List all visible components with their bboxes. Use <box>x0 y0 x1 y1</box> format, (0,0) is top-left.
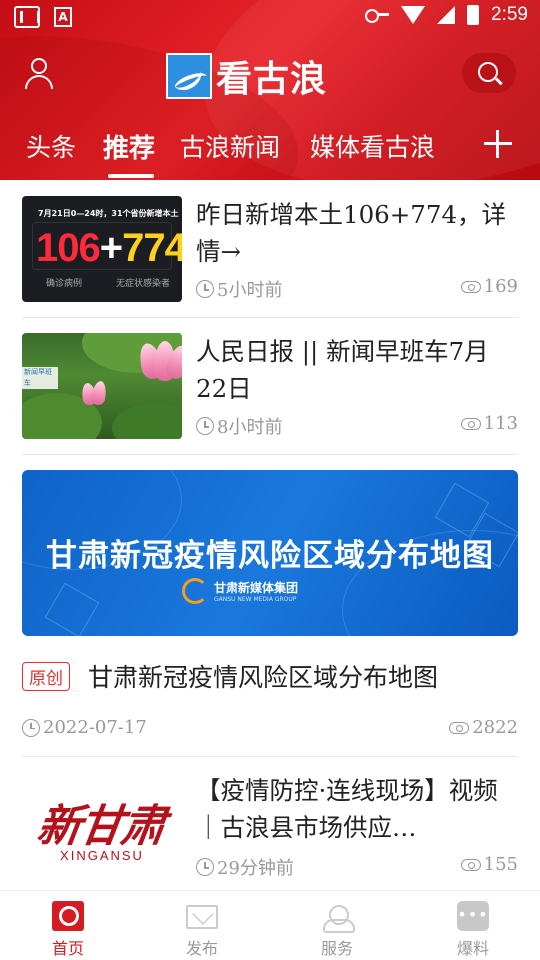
article-title[interactable]: 【疫情防控·连线现场】视频｜古浪县市场供应… <box>196 772 518 846</box>
article-title[interactable]: 人民日报 || 新闻早班车7月22日 <box>196 333 518 407</box>
article-title[interactable]: 昨日新增本土106+774，详情→ <box>196 196 518 270</box>
mail-icon <box>186 905 218 929</box>
wifi-icon <box>401 6 426 24</box>
vpn-key-icon <box>365 9 390 23</box>
nav-service[interactable]: 服务 <box>287 891 387 960</box>
thumb-numbers: 106+774 <box>36 226 182 270</box>
thumb-sub-right: 无症状感染者 <box>116 279 171 289</box>
user-icon <box>31 58 47 74</box>
tab-toutiao[interactable]: 头条 <box>26 128 76 164</box>
eye-icon <box>449 721 470 734</box>
battery-icon <box>467 5 480 25</box>
gansu-media-logo-icon <box>182 578 208 604</box>
home-icon <box>52 901 84 931</box>
tab-media-gulang[interactable]: 媒体看古浪 <box>310 128 435 164</box>
divider <box>22 317 518 318</box>
article-title[interactable]: 甘肃新冠疫情风险区域分布地图 <box>88 658 438 694</box>
channel-tabs: 头条 推荐 古浪新闻 媒体看古浪 <box>0 122 540 180</box>
clock-icon <box>196 280 214 298</box>
app-header: A 2:59 看古浪 头条 推荐 古浪新闻 媒体看古浪 <box>0 0 540 180</box>
eye-icon <box>460 280 481 293</box>
article-thumbnail: 新甘肃 XINGANSU <box>22 772 182 878</box>
eye-icon <box>460 417 481 430</box>
banner-title: 甘肃新冠疫情风险区域分布地图 <box>46 538 494 574</box>
article-views: 155 <box>460 854 518 875</box>
clock-icon <box>196 858 214 876</box>
article-date: 2022-07-17 <box>22 717 147 738</box>
status-bar: A 2:59 <box>0 0 540 36</box>
divider <box>22 756 518 757</box>
article-banner-image[interactable]: 甘肃新冠疫情风险区域分布地图 甘肃新媒体集团 GANSU NEW MEDIA G… <box>22 470 518 636</box>
nav-report[interactable]: 爆料 <box>423 891 523 960</box>
xingansu-logo: 新甘肃 <box>33 801 167 852</box>
user-profile-button[interactable] <box>22 56 56 90</box>
bottom-nav: 首页 发布 服务 爆料 <box>0 890 540 960</box>
clock-icon <box>22 718 40 737</box>
thumb-sub-left: 确诊病例 <box>46 279 83 289</box>
article-views: 169 <box>460 276 518 297</box>
list-item[interactable]: 新甘肃 XINGANSU 【疫情防控·连线现场】视频｜古浪县市场供应… 29分钟… <box>22 772 518 892</box>
article-time: 5小时前 <box>196 276 282 302</box>
logo-text: 看古浪 <box>216 58 328 100</box>
article-time: 29分钟前 <box>196 854 294 880</box>
article-thumbnail: 7月21日0—24时，31个省份新增本土 106+774 确诊病例 无症状感染者 <box>22 196 182 302</box>
nav-publish[interactable]: 发布 <box>152 891 252 960</box>
signal-icon <box>437 6 456 24</box>
notification-a-icon: A <box>54 7 72 27</box>
article-views: 2822 <box>449 717 518 738</box>
notification-app-icon <box>14 6 40 28</box>
list-item[interactable]: 7月21日0—24时，31个省份新增本土 106+774 确诊病例 无症状感染者… <box>22 196 518 316</box>
original-badge: 原创 <box>22 662 70 691</box>
article-time: 8小时前 <box>196 413 282 439</box>
logo-mark-icon <box>166 53 212 99</box>
tab-recommend[interactable]: 推荐 <box>103 128 155 165</box>
service-icon <box>321 901 355 933</box>
banner-org: 甘肃新媒体集团 GANSU NEW MEDIA GROUP <box>182 578 298 604</box>
eye-icon <box>460 858 481 871</box>
xingansu-logo-en: XINGANSU <box>60 848 144 863</box>
add-channel-icon[interactable] <box>484 130 512 158</box>
article-thumbnail: 新闻早班车 <box>22 333 182 439</box>
app-logo: 看古浪 <box>166 50 327 102</box>
thumb-tag: 新闻早班车 <box>22 367 58 389</box>
thumb-caption: 7月21日0—24时，31个省份新增本土 <box>38 209 179 218</box>
nav-home[interactable]: 首页 <box>18 891 118 960</box>
status-time: 2:59 <box>491 4 528 25</box>
list-item[interactable]: 新闻早班车 人民日报 || 新闻早班车7月22日 8小时前 113 <box>22 333 518 453</box>
divider <box>22 454 518 455</box>
clock-icon <box>196 417 214 435</box>
tab-gulang-news[interactable]: 古浪新闻 <box>180 128 280 164</box>
article-views: 113 <box>460 413 518 434</box>
active-tab-indicator <box>108 174 154 178</box>
search-button[interactable] <box>462 53 516 93</box>
chat-icon <box>457 901 489 931</box>
